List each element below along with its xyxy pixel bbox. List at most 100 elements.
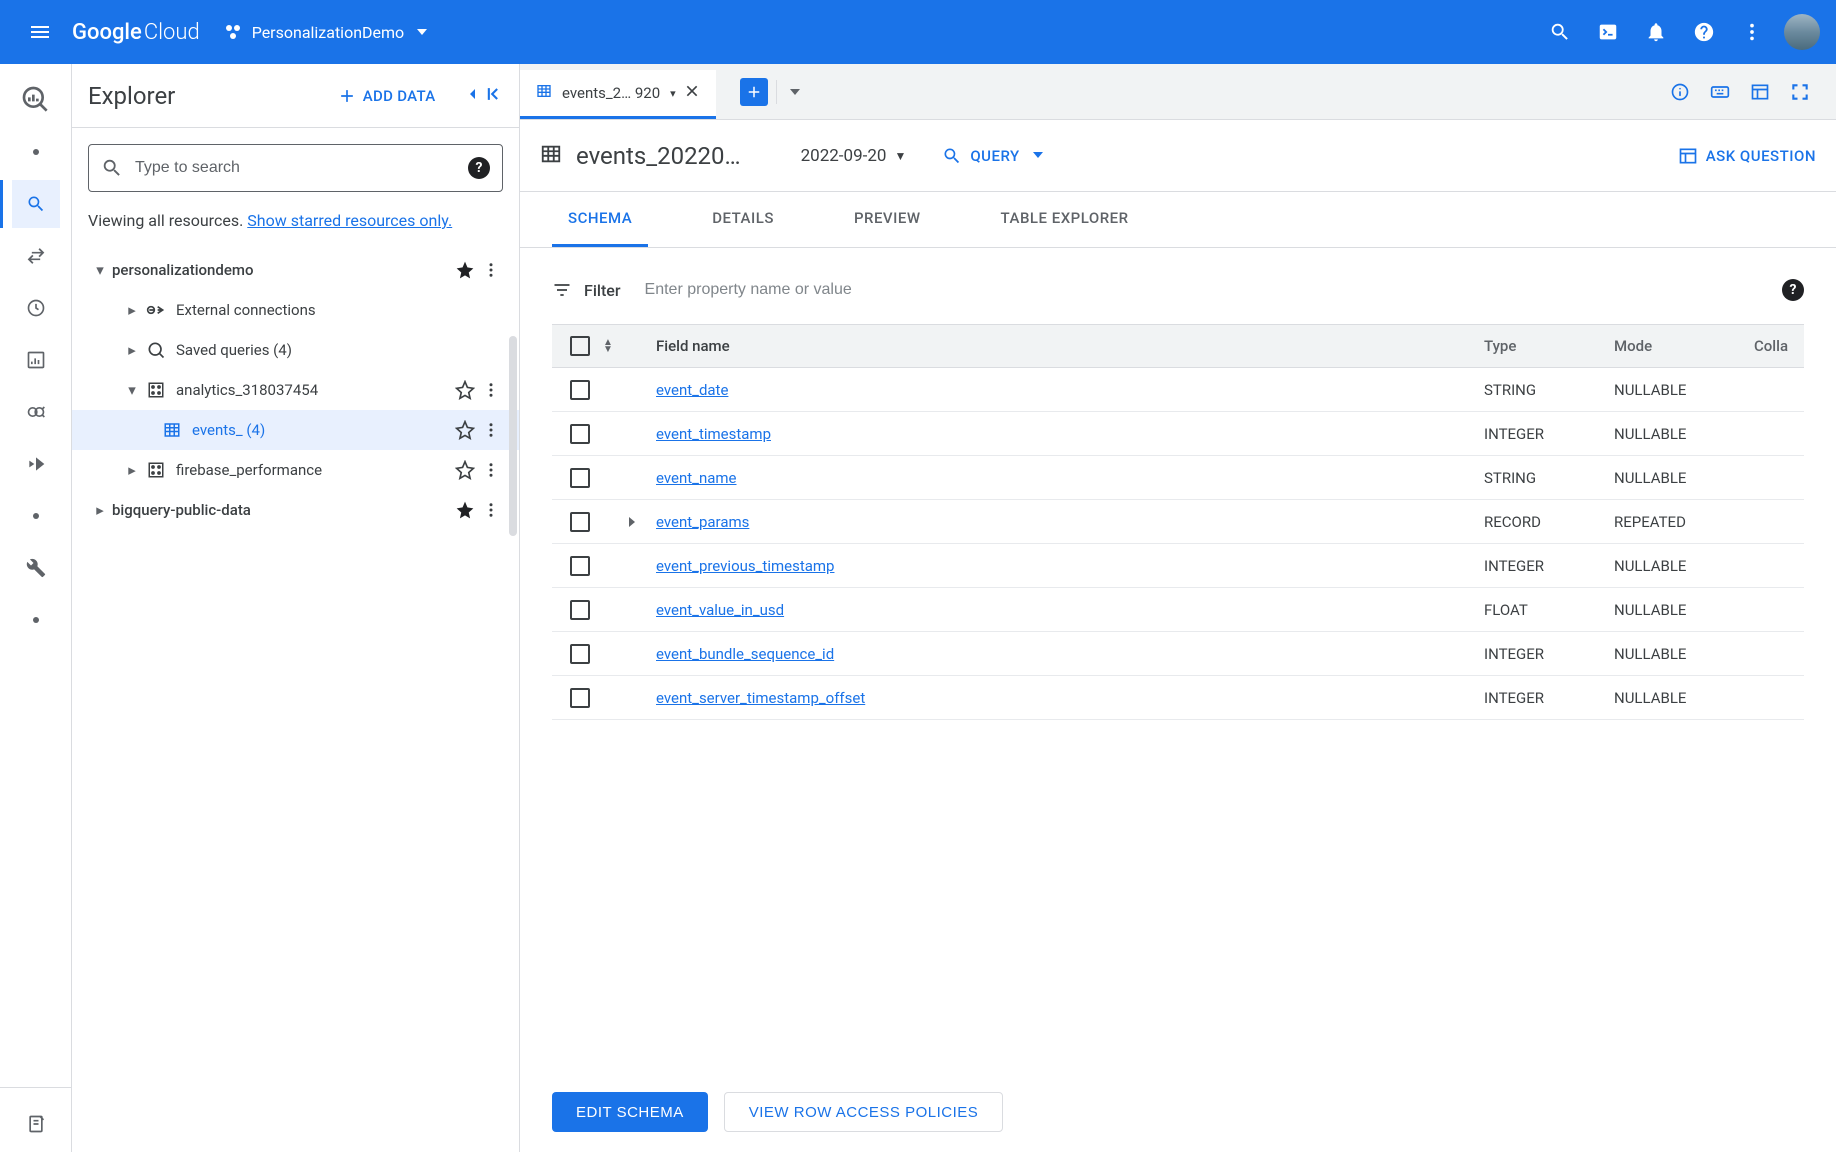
header-collation[interactable]: Colla <box>1754 337 1804 355</box>
search-input[interactable] <box>135 159 468 177</box>
schema-row: event_dateSTRINGNULLABLE <box>552 368 1804 412</box>
star-outline-icon[interactable] <box>451 380 479 400</box>
expand-icon[interactable]: ▸ <box>120 301 144 319</box>
star-outline-icon[interactable] <box>451 420 479 440</box>
expand-icon[interactable]: ▸ <box>120 461 144 479</box>
schema-row: event_previous_timestampINTEGERNULLABLE <box>552 544 1804 588</box>
panel-icon[interactable] <box>1740 64 1780 119</box>
row-checkbox[interactable] <box>570 688 590 708</box>
add-data-button[interactable]: ADD DATA <box>337 86 436 106</box>
tree-dataset-analytics[interactable]: ▾ analytics_318037454 <box>72 370 519 410</box>
more-icon[interactable] <box>479 501 503 519</box>
notifications-button[interactable] <box>1632 8 1680 56</box>
rail-dot-1[interactable] <box>12 128 60 176</box>
migration-nav-icon[interactable] <box>12 440 60 488</box>
row-checkbox[interactable] <box>570 600 590 620</box>
tree-scrollbar[interactable] <box>509 336 517 536</box>
analytics-nav-icon[interactable] <box>12 336 60 384</box>
query-icon <box>144 340 168 360</box>
field-name-link[interactable]: event_params <box>656 513 1484 531</box>
project-selector[interactable]: PersonalizationDemo <box>224 23 428 42</box>
header-type[interactable]: Type <box>1484 337 1614 355</box>
subtab-table-explorer[interactable]: TABLE EXPLORER <box>985 192 1145 247</box>
chevron-down-icon <box>1032 147 1052 165</box>
collapse-panel-button[interactable] <box>460 84 503 108</box>
tab-events[interactable]: events_2… 920 ▾ <box>520 70 716 119</box>
field-name-link[interactable]: event_name <box>656 469 1484 487</box>
filter-help-icon[interactable]: ? <box>1782 279 1804 301</box>
subtab-schema[interactable]: SCHEMA <box>552 192 648 247</box>
tree-saved-queries[interactable]: ▸ Saved queries (4) <box>72 330 519 370</box>
transfers-nav-icon[interactable] <box>12 232 60 280</box>
scheduled-nav-icon[interactable] <box>12 284 60 332</box>
field-name-link[interactable]: event_server_timestamp_offset <box>656 689 1484 707</box>
row-checkbox[interactable] <box>570 512 590 532</box>
field-name-link[interactable]: event_timestamp <box>656 425 1484 443</box>
field-name-link[interactable]: event_bundle_sequence_id <box>656 645 1484 663</box>
star-outline-icon[interactable] <box>451 460 479 480</box>
header-mode[interactable]: Mode <box>1614 337 1754 355</box>
star-icon[interactable] <box>451 260 479 280</box>
search-button[interactable] <box>1536 8 1584 56</box>
settings-nav-icon[interactable] <box>12 544 60 592</box>
tree-dataset-firebase[interactable]: ▸ firebase_performance <box>72 450 519 490</box>
star-icon[interactable] <box>451 500 479 520</box>
more-icon[interactable] <box>479 381 503 399</box>
search-box[interactable]: ? <box>88 144 503 192</box>
rail-dot-2[interactable] <box>12 492 60 540</box>
expand-icon[interactable] <box>608 516 656 528</box>
subtab-preview[interactable]: PREVIEW <box>838 192 937 247</box>
edit-schema-button[interactable]: EDIT SCHEMA <box>552 1092 708 1132</box>
sort-icon[interactable]: ▲▼ <box>603 339 613 353</box>
search-nav-icon[interactable] <box>12 180 60 228</box>
view-row-access-policies-button[interactable]: VIEW ROW ACCESS POLICIES <box>724 1092 1004 1132</box>
cloud-shell-button[interactable] <box>1584 8 1632 56</box>
collapse-icon[interactable]: ▾ <box>120 381 144 399</box>
field-name-link[interactable]: event_date <box>656 381 1484 399</box>
tree-project-public[interactable]: ▸ bigquery-public-data <box>72 490 519 530</box>
new-tab-dropdown[interactable] <box>776 80 801 104</box>
keyboard-icon[interactable] <box>1700 64 1740 119</box>
more-icon[interactable] <box>479 261 503 279</box>
ask-question-button[interactable]: ASK QUESTION <box>1678 146 1816 166</box>
fullscreen-icon[interactable] <box>1780 64 1820 119</box>
google-cloud-logo[interactable]: Google Cloud <box>72 20 200 45</box>
bigquery-icon[interactable] <box>12 76 60 124</box>
rail-dot-3[interactable] <box>12 596 60 644</box>
more-icon[interactable] <box>479 421 503 439</box>
row-checkbox[interactable] <box>570 424 590 444</box>
user-avatar[interactable] <box>1784 14 1820 50</box>
row-checkbox[interactable] <box>570 468 590 488</box>
search-help-icon[interactable]: ? <box>468 157 490 179</box>
collapse-icon[interactable]: ▾ <box>88 261 112 279</box>
field-name-link[interactable]: event_value_in_usd <box>656 601 1484 619</box>
row-checkbox[interactable] <box>570 644 590 664</box>
connection-icon <box>144 300 168 320</box>
help-button[interactable] <box>1680 8 1728 56</box>
date-selector[interactable]: 2022-09-20 ▼ <box>801 146 907 166</box>
more-icon[interactable] <box>479 461 503 479</box>
tab-dropdown-icon[interactable]: ▾ <box>670 87 676 100</box>
query-button[interactable]: QUERY <box>942 146 1051 166</box>
tree-project[interactable]: ▾ personalizationdemo <box>72 250 519 290</box>
row-checkbox[interactable] <box>570 380 590 400</box>
tree-table-events[interactable]: events_ (4) <box>72 410 519 450</box>
row-checkbox[interactable] <box>570 556 590 576</box>
expand-icon[interactable]: ▸ <box>120 341 144 359</box>
hamburger-menu[interactable] <box>16 8 64 56</box>
field-name-link[interactable]: event_previous_timestamp <box>656 557 1484 575</box>
new-tab-button[interactable] <box>740 78 768 106</box>
tree-external-connections[interactable]: ▸ External connections <box>72 290 519 330</box>
expand-icon[interactable]: ▸ <box>88 501 112 519</box>
show-starred-link[interactable]: Show starred resources only. <box>247 211 452 230</box>
close-icon[interactable] <box>684 83 700 103</box>
select-all-checkbox[interactable] <box>570 336 590 356</box>
reservations-nav-icon[interactable] <box>12 388 60 436</box>
header-field-name[interactable]: Field name <box>656 337 1484 355</box>
more-menu-button[interactable] <box>1728 8 1776 56</box>
filter-input[interactable] <box>645 281 1782 299</box>
subtab-details[interactable]: DETAILS <box>696 192 790 247</box>
field-mode: NULLABLE <box>1614 381 1754 399</box>
notes-nav-icon[interactable] <box>12 1100 60 1148</box>
info-icon[interactable] <box>1660 64 1700 119</box>
